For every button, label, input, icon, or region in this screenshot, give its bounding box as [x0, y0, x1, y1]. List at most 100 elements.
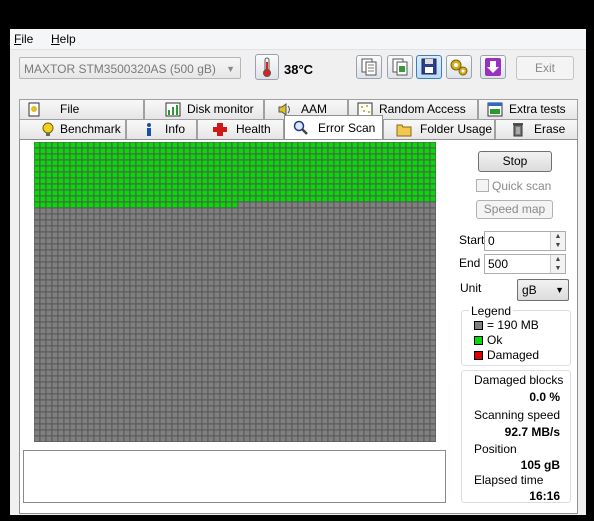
scan-block — [184, 196, 190, 202]
scan-block — [232, 154, 238, 160]
scan-block — [124, 292, 130, 298]
scan-block — [124, 286, 130, 292]
scan-block — [136, 154, 142, 160]
copy-text-button[interactable] — [356, 55, 382, 79]
scan-block — [334, 142, 340, 148]
scan-block — [190, 346, 196, 352]
scan-block — [286, 250, 292, 256]
tab-info[interactable]: Info — [126, 119, 197, 139]
speed-map-button[interactable]: Speed map — [476, 200, 553, 219]
menu-help[interactable]: Help — [51, 32, 76, 46]
scan-block — [292, 184, 298, 190]
scan-block — [262, 268, 268, 274]
scan-block — [304, 178, 310, 184]
scan-block — [190, 178, 196, 184]
quick-scan-checkbox[interactable]: Quick scan — [476, 179, 551, 193]
scan-block — [238, 340, 244, 346]
scan-block — [148, 196, 154, 202]
scan-block — [178, 190, 184, 196]
scan-block — [154, 394, 160, 400]
scan-block — [352, 244, 358, 250]
scan-block — [130, 202, 136, 208]
scan-block — [388, 346, 394, 352]
scan-block — [244, 382, 250, 388]
start-input[interactable]: 0 ▲ ▼ — [484, 231, 566, 251]
scan-block — [424, 184, 430, 190]
scan-block — [382, 196, 388, 202]
menu-file[interactable]: File — [14, 32, 33, 46]
scan-block — [190, 382, 196, 388]
scan-block — [388, 400, 394, 406]
scan-block — [322, 166, 328, 172]
scan-block — [256, 178, 262, 184]
scan-block — [208, 388, 214, 394]
scan-block — [220, 172, 226, 178]
scan-block — [112, 268, 118, 274]
options-button[interactable] — [446, 55, 472, 79]
scan-block — [394, 220, 400, 226]
tab-benchmark[interactable]: Benchmark — [19, 119, 126, 139]
scan-block — [406, 274, 412, 280]
exit-button[interactable]: Exit — [516, 56, 574, 80]
scan-block — [400, 268, 406, 274]
copy-screenshot-button[interactable] — [387, 55, 413, 79]
scan-block — [238, 250, 244, 256]
scan-block — [376, 292, 382, 298]
start-decrement-icon[interactable]: ▼ — [550, 241, 565, 250]
scan-block — [394, 166, 400, 172]
end-input[interactable]: 500 ▲ ▼ — [484, 254, 566, 274]
tab-error-scan[interactable]: Error Scan — [284, 115, 383, 139]
scan-block — [334, 280, 340, 286]
download-button[interactable] — [480, 55, 506, 79]
scan-block — [340, 238, 346, 244]
drive-select[interactable]: MAXTOR STM3500320AS (500 gB) ▼ — [19, 57, 241, 79]
scan-block — [304, 310, 310, 316]
scan-block — [172, 232, 178, 238]
scan-block — [322, 346, 328, 352]
unit-select[interactable]: gB ▼ — [517, 279, 569, 301]
save-button[interactable] — [416, 55, 442, 79]
scan-block — [172, 328, 178, 334]
scan-block — [52, 430, 58, 436]
scan-block — [250, 142, 256, 148]
scan-block — [418, 430, 424, 436]
scan-block — [256, 304, 262, 310]
scan-block — [406, 376, 412, 382]
scan-block — [430, 382, 436, 388]
scan-block — [256, 196, 262, 202]
temperature-button[interactable] — [255, 54, 279, 80]
scan-block — [256, 286, 262, 292]
scan-block — [208, 250, 214, 256]
scan-block — [400, 214, 406, 220]
tab-file-benchmark[interactable]: File Benchmark — [19, 99, 144, 135]
scan-block — [184, 382, 190, 388]
scan-block — [232, 202, 238, 208]
scan-block — [118, 238, 124, 244]
scan-block — [34, 244, 40, 250]
scan-block — [238, 142, 244, 148]
scan-block — [352, 148, 358, 154]
scan-block — [118, 232, 124, 238]
end-increment-icon[interactable]: ▲ — [550, 255, 565, 264]
scan-block — [202, 286, 208, 292]
scan-block — [376, 280, 382, 286]
scan-block — [406, 394, 412, 400]
tab-extra-tests[interactable]: Extra tests — [478, 99, 578, 119]
stop-button[interactable]: Stop — [478, 151, 552, 172]
tab-folder-usage[interactable]: Folder Usage — [383, 119, 495, 139]
scan-block — [130, 226, 136, 232]
scan-block — [394, 226, 400, 232]
scan-block — [388, 310, 394, 316]
scan-block — [238, 286, 244, 292]
scan-block — [154, 340, 160, 346]
tab-erase[interactable]: Erase — [495, 119, 578, 139]
start-increment-icon[interactable]: ▲ — [550, 232, 565, 241]
scan-block — [400, 364, 406, 370]
scan-block — [250, 388, 256, 394]
scan-block — [172, 358, 178, 364]
scan-block — [76, 214, 82, 220]
scan-block — [142, 298, 148, 304]
tab-disk-monitor[interactable]: Disk monitor — [144, 99, 264, 119]
end-decrement-icon[interactable]: ▼ — [550, 264, 565, 273]
tab-health[interactable]: Health — [197, 119, 284, 139]
